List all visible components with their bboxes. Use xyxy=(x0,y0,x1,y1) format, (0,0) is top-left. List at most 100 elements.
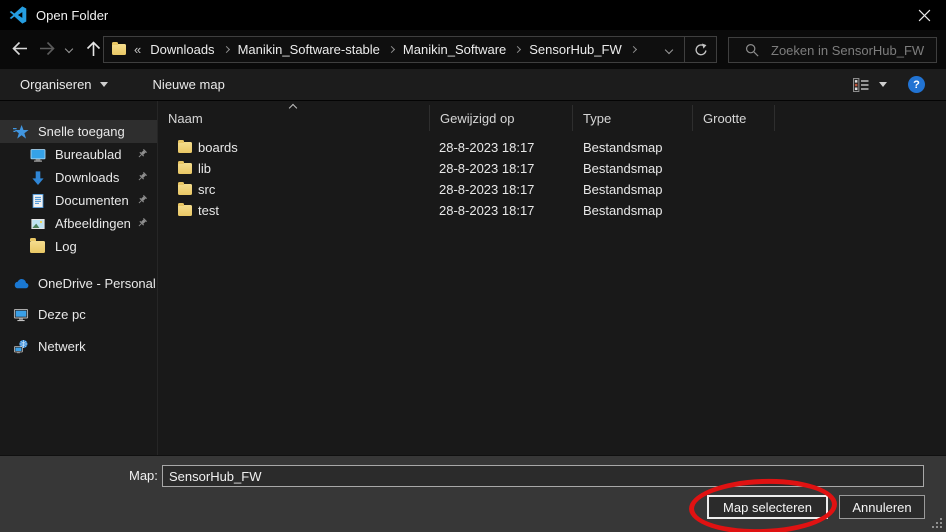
organize-label: Organiseren xyxy=(20,77,92,92)
chevron-right-icon xyxy=(222,45,230,54)
download-arrow-icon xyxy=(30,170,46,186)
sort-ascending-icon xyxy=(288,103,298,113)
file-name: lib xyxy=(198,161,212,176)
select-folder-button[interactable]: Map selecteren xyxy=(707,495,828,519)
up-arrow-icon xyxy=(86,41,101,56)
sidebar-item-network[interactable]: Netwerk xyxy=(0,335,157,358)
navigation-bar: « Downloads Manikin_Software-stable Mani… xyxy=(0,30,946,69)
this-pc-icon xyxy=(13,307,29,323)
close-button[interactable] xyxy=(902,0,946,30)
pin-icon xyxy=(136,194,148,206)
footer: Map: Map selecteren Annuleren xyxy=(0,455,946,532)
file-type: Bestandsmap xyxy=(583,140,663,155)
forward-button[interactable] xyxy=(39,40,56,57)
chevron-down-icon xyxy=(64,44,74,54)
sidebar-item-log[interactable]: Log xyxy=(0,235,157,258)
search-input[interactable] xyxy=(769,41,934,59)
desktop-icon xyxy=(30,147,46,163)
file-type: Bestandsmap xyxy=(583,182,663,197)
sidebar-item-label: Documenten xyxy=(55,193,129,208)
back-button[interactable] xyxy=(11,40,28,57)
folder-icon xyxy=(112,41,126,55)
sidebar-item-onedrive[interactable]: OneDrive - Personal xyxy=(0,272,157,295)
network-icon xyxy=(13,339,29,355)
sidebar-item-desktop[interactable]: Bureaublad xyxy=(0,143,157,166)
column-header-type[interactable]: Type xyxy=(573,105,693,131)
file-row[interactable]: test 28-8-2023 18:17 Bestandsmap xyxy=(158,200,946,221)
column-header-modified[interactable]: Gewijzigd op xyxy=(430,105,573,131)
address-dropdown-button[interactable] xyxy=(654,45,684,54)
recent-locations-button[interactable] xyxy=(64,44,74,54)
sidebar-item-label: Snelle toegang xyxy=(38,124,125,139)
folder-icon xyxy=(178,160,192,174)
sidebar-item-label: OneDrive - Personal xyxy=(38,276,156,291)
sidebar-item-label: Netwerk xyxy=(38,339,86,354)
resize-grip[interactable] xyxy=(931,517,943,529)
sidebar-item-label: Downloads xyxy=(55,170,120,185)
onedrive-cloud-icon xyxy=(13,276,29,292)
file-size xyxy=(693,137,775,158)
file-type: Bestandsmap xyxy=(583,203,663,218)
column-header-name[interactable]: Naam xyxy=(158,103,430,131)
search-box xyxy=(728,37,937,63)
search-icon xyxy=(745,43,759,57)
folder-icon xyxy=(178,139,192,153)
column-header-size[interactable]: Grootte xyxy=(693,105,775,131)
pin-icon xyxy=(136,171,148,183)
picture-icon xyxy=(30,216,46,232)
file-row[interactable]: boards 28-8-2023 18:17 Bestandsmap xyxy=(158,137,946,158)
breadcrumb-item[interactable]: Downloads xyxy=(150,42,214,57)
breadcrumb-item[interactable]: SensorHub_FW xyxy=(529,42,621,57)
folder-name-input[interactable] xyxy=(162,465,924,487)
breadcrumb-overflow[interactable]: « xyxy=(134,42,141,57)
command-bar: Organiseren Nieuwe map ? xyxy=(0,69,946,101)
sidebar-item-documents[interactable]: Documenten xyxy=(0,189,157,212)
file-size xyxy=(693,158,775,179)
pin-icon xyxy=(136,148,148,160)
vscode-icon xyxy=(9,6,27,24)
file-name: test xyxy=(198,203,219,218)
cancel-button[interactable]: Annuleren xyxy=(839,495,925,519)
new-folder-button[interactable]: Nieuwe map xyxy=(147,76,231,93)
sidebar-item-downloads[interactable]: Downloads xyxy=(0,166,157,189)
help-button[interactable]: ? xyxy=(908,76,925,93)
chevron-down-icon xyxy=(664,45,674,54)
file-modified: 28-8-2023 18:17 xyxy=(439,161,535,176)
sidebar: Snelle toegang Bureaublad Downloads Docu… xyxy=(0,101,157,455)
change-view-button[interactable] xyxy=(847,77,893,93)
sidebar-item-label: Bureaublad xyxy=(55,147,122,162)
breadcrumb-item[interactable]: Manikin_Software-stable xyxy=(238,42,380,57)
file-type: Bestandsmap xyxy=(583,161,663,176)
refresh-icon xyxy=(695,43,707,55)
column-headers: Naam Gewijzigd op Type Grootte xyxy=(158,103,946,131)
sidebar-item-label: Log xyxy=(55,239,77,254)
address-bar[interactable]: « Downloads Manikin_Software-stable Mani… xyxy=(103,36,717,63)
chevron-right-icon xyxy=(387,45,395,54)
up-button[interactable] xyxy=(85,40,102,57)
folder-icon xyxy=(178,202,192,216)
sidebar-item-this-pc[interactable]: Deze pc xyxy=(0,303,157,326)
sidebar-item-pictures[interactable]: Afbeeldingen xyxy=(0,212,157,235)
document-icon xyxy=(30,193,46,209)
column-header-label: Naam xyxy=(168,110,203,126)
sidebar-item-label: Afbeeldingen xyxy=(55,216,131,231)
organize-button[interactable]: Organiseren xyxy=(14,76,114,93)
chevron-right-icon xyxy=(629,45,637,54)
sidebar-item-quick-access[interactable]: Snelle toegang xyxy=(0,120,157,143)
breadcrumb-item[interactable]: Manikin_Software xyxy=(403,42,506,57)
file-row[interactable]: src 28-8-2023 18:17 Bestandsmap xyxy=(158,179,946,200)
file-modified: 28-8-2023 18:17 xyxy=(439,203,535,218)
file-modified: 28-8-2023 18:17 xyxy=(439,140,535,155)
file-list: Naam Gewijzigd op Type Grootte boards 28… xyxy=(158,101,946,455)
window-title: Open Folder xyxy=(36,7,109,23)
refresh-button[interactable] xyxy=(684,37,716,62)
folder-name-label: Map: xyxy=(129,468,158,483)
sidebar-item-label: Deze pc xyxy=(38,307,86,322)
file-name: src xyxy=(198,182,216,197)
chevron-down-icon xyxy=(879,82,887,87)
folder-icon xyxy=(178,181,192,195)
file-row[interactable]: lib 28-8-2023 18:17 Bestandsmap xyxy=(158,158,946,179)
file-name: boards xyxy=(198,140,238,155)
forward-arrow-icon xyxy=(40,41,55,56)
open-folder-dialog: Open Folder « Downloads Manikin_Software… xyxy=(0,0,946,532)
